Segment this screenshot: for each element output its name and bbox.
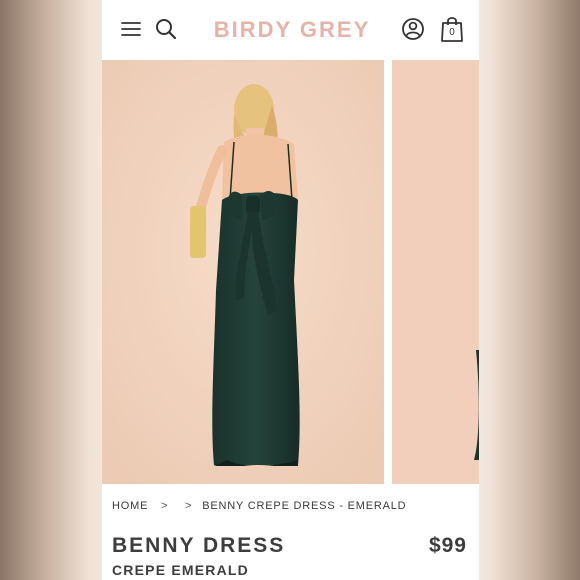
search-icon[interactable] xyxy=(154,17,178,41)
account-icon[interactable] xyxy=(401,17,425,41)
site-header: BIRDY GREY 0 xyxy=(102,0,479,60)
breadcrumb-home-link[interactable]: HOME xyxy=(112,500,148,512)
hamburger-menu-icon[interactable] xyxy=(120,19,142,39)
breadcrumb-current: BENNY CREPE DRESS - EMERALD xyxy=(202,500,407,512)
product-title: BENNY DRESS xyxy=(112,534,286,557)
breadcrumb-separator: > xyxy=(161,500,169,512)
product-price: $99 xyxy=(428,534,467,557)
brand-logo[interactable]: BIRDY GREY xyxy=(202,18,382,42)
product-page: BIRDY GREY 0 HOME > > BENNY CREPE DRESS … xyxy=(102,0,479,580)
breadcrumb-separator: > xyxy=(185,500,193,512)
product-image-carousel[interactable] xyxy=(102,60,479,484)
product-subtitle: CREPE EMERALD xyxy=(112,562,249,578)
cart-count-badge: 0 xyxy=(449,27,455,38)
breadcrumb: HOME > > BENNY CREPE DRESS - EMERALD xyxy=(112,500,406,514)
product-photo-main[interactable] xyxy=(102,60,384,484)
product-photo-next[interactable] xyxy=(392,60,479,484)
shopping-bag-icon[interactable]: 0 xyxy=(440,15,464,43)
